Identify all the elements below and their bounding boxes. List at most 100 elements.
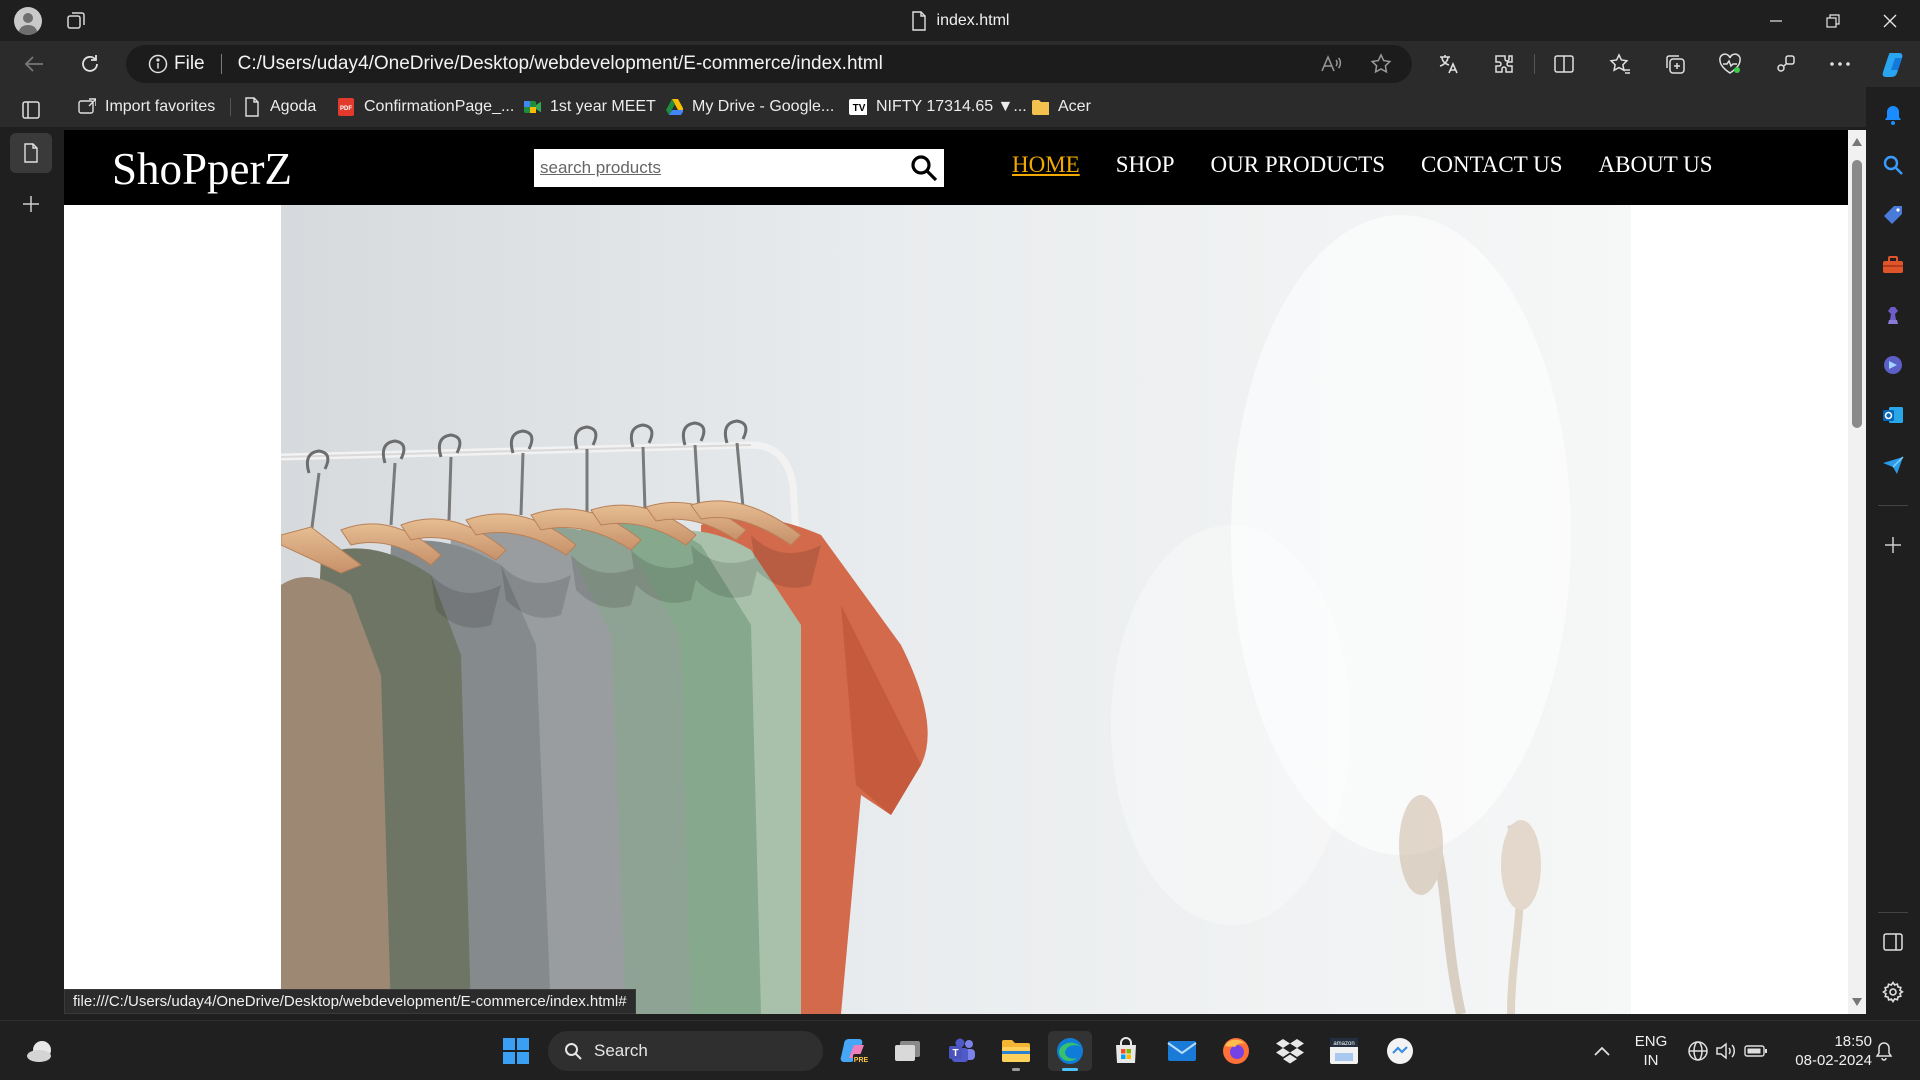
extensions-icon[interactable] (1484, 44, 1524, 84)
translate-icon[interactable] (1428, 44, 1468, 84)
teams-app[interactable]: T (940, 1031, 984, 1071)
taskbar-search-label: Search (594, 1041, 648, 1060)
search-sidebar-button[interactable] (1873, 145, 1913, 185)
outlook-sidebar-button[interactable] (1873, 395, 1913, 435)
amazon-app[interactable]: amazon (1322, 1031, 1366, 1071)
drive-icon (665, 98, 683, 116)
start-button[interactable] (494, 1031, 538, 1071)
address-divider (220, 54, 222, 74)
tools-sidebar-button[interactable] (1873, 245, 1913, 285)
copilot-sidebar-button[interactable] (1873, 345, 1913, 385)
nav-home[interactable]: HOME (1012, 152, 1080, 178)
add-sidebar-app-button[interactable] (1873, 525, 1913, 565)
product-search (534, 149, 944, 187)
notification-center-button[interactable] (1862, 1031, 1906, 1071)
nav-our-products[interactable]: OUR PRODUCTS (1211, 152, 1385, 178)
show-hidden-icons-button[interactable] (1580, 1031, 1624, 1071)
favorite-agoda[interactable]: Agoda (243, 93, 316, 121)
nav-about-us[interactable]: ABOUT US (1599, 152, 1713, 178)
read-aloud-icon[interactable] (1320, 54, 1342, 74)
address-bar[interactable]: File C:/Users/uday4/OneDrive/Desktop/web… (126, 45, 1412, 83)
file-explorer-app[interactable] (994, 1031, 1038, 1071)
url-text[interactable]: C:/Users/uday4/OneDrive/Desktop/webdevel… (238, 53, 883, 75)
info-icon[interactable] (148, 54, 168, 74)
share-icon[interactable] (1765, 44, 1805, 84)
copilot-icon[interactable] (1874, 44, 1914, 84)
firefox-app[interactable] (1214, 1031, 1258, 1071)
tab-actions-icon (22, 101, 40, 119)
collections-icon[interactable] (1655, 44, 1695, 84)
scrollbar-thumb[interactable] (1852, 160, 1862, 428)
dropbox-icon (1276, 1039, 1304, 1064)
dropbox-app[interactable] (1268, 1031, 1312, 1071)
browser-essentials-icon[interactable] (1710, 44, 1750, 84)
tab-actions-button[interactable] (10, 90, 52, 130)
taskbar-search[interactable]: Search (548, 1031, 823, 1071)
active-tab-button[interactable] (10, 133, 52, 173)
favorite-label: Import favorites (105, 98, 216, 115)
refresh-button[interactable] (70, 44, 110, 84)
mail-app[interactable] (1160, 1031, 1204, 1071)
favorites-bar: Import favorites Agoda PDF ConfirmationP… (0, 87, 1920, 127)
sidebar-settings-button[interactable] (1873, 972, 1913, 1012)
close-button[interactable] (1862, 0, 1918, 41)
microsoft-store-app[interactable] (1104, 1031, 1148, 1071)
svg-text:T: T (952, 1048, 958, 1059)
window-title-text: index.html (936, 11, 1010, 29)
shopping-sidebar-button[interactable] (1873, 195, 1913, 235)
favorites-icon[interactable] (1600, 44, 1640, 84)
favorite-my-drive[interactable]: My Drive - Google... (665, 93, 834, 121)
favorite-nifty[interactable]: TV NIFTY 17314.65 ▼... (849, 93, 1027, 121)
taskbar: Search PRE T amazon ENG IN 18:50 08-02-2… (0, 1020, 1920, 1080)
copilot-preview-app[interactable]: PRE (832, 1031, 876, 1071)
clock-date: 08-02-2024 (1795, 1052, 1872, 1069)
active-indicator (1062, 1068, 1078, 1071)
favorite-confirmation-page[interactable]: PDF ConfirmationPage_... (337, 93, 514, 121)
favorite-label: Acer (1058, 98, 1091, 115)
page-scrollbar[interactable] (1848, 130, 1866, 1014)
favorite-import-favorites[interactable]: Import favorites (78, 93, 215, 121)
favorite-star-icon[interactable] (1370, 53, 1392, 75)
favorite-label: NIFTY 17314.65 ▼... (876, 98, 1027, 115)
bell-icon (1885, 106, 1901, 125)
linkedin-messenger-app[interactable] (1378, 1031, 1422, 1071)
refresh-icon (82, 55, 98, 72)
edge-app[interactable] (1048, 1031, 1092, 1071)
battery-icon (1744, 1045, 1767, 1057)
restore-button[interactable] (1805, 0, 1861, 41)
favorite-1st-year-meet[interactable]: 1st year MEET (523, 93, 656, 121)
chevron-up-icon (1594, 1046, 1610, 1056)
search-input[interactable] (534, 149, 904, 187)
split-screen-icon[interactable] (1544, 44, 1584, 84)
more-options-icon[interactable] (1820, 44, 1860, 84)
tradingview-icon: TV (849, 98, 867, 116)
workspaces-icon[interactable] (64, 9, 88, 33)
sidebar-toggle-icon (1883, 933, 1903, 951)
language-indicator[interactable]: ENG IN (1626, 1032, 1676, 1070)
hide-sidebar-button[interactable] (1873, 922, 1913, 962)
scroll-down-icon[interactable] (1852, 998, 1862, 1006)
toolbar: File C:/Users/uday4/OneDrive/Desktop/web… (0, 41, 1920, 87)
favorite-acer[interactable]: Acer (1031, 93, 1091, 121)
site-logo[interactable]: ShoPperZ (112, 143, 292, 195)
task-view-app[interactable] (886, 1031, 930, 1071)
drop-sidebar-button[interactable] (1873, 445, 1913, 485)
scroll-up-icon[interactable] (1852, 138, 1862, 146)
vertical-tab-strip (0, 101, 64, 1020)
page-tab-icon (24, 143, 38, 163)
games-sidebar-button[interactable] (1873, 295, 1913, 335)
running-indicator (1012, 1068, 1020, 1071)
search-button[interactable] (904, 149, 944, 187)
profile-avatar[interactable] (14, 7, 42, 35)
nav-contact-us[interactable]: CONTACT US (1421, 152, 1563, 178)
clock[interactable]: 18:50 08-02-2024 (1782, 1032, 1872, 1070)
nav-shop[interactable]: SHOP (1116, 152, 1175, 178)
edge-sidebar (1866, 87, 1920, 1020)
battery-button[interactable] (1734, 1031, 1778, 1071)
pdf-icon: PDF (337, 98, 355, 116)
minimize-button[interactable] (1748, 0, 1804, 41)
weather-widget[interactable] (18, 1031, 62, 1071)
notifications-sidebar-button[interactable] (1873, 95, 1913, 135)
back-button[interactable] (14, 44, 54, 84)
new-tab-button[interactable] (10, 184, 52, 224)
